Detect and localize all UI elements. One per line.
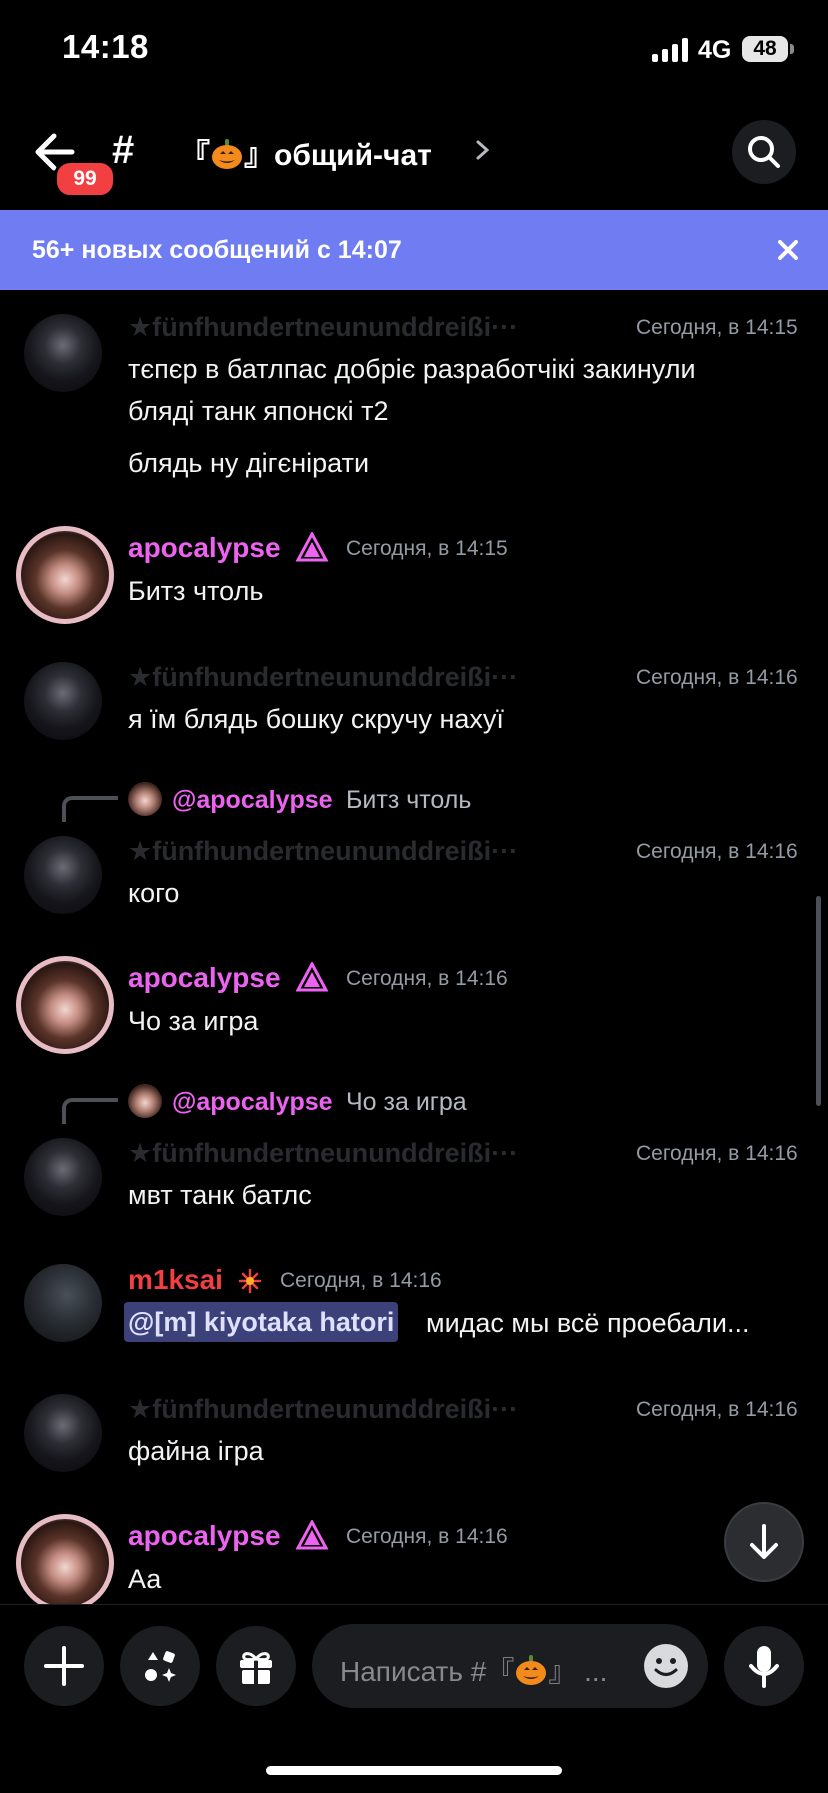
message-text: кого <box>128 878 180 908</box>
message-author[interactable]: apocalypse <box>128 962 281 994</box>
role-icon <box>296 1520 328 1550</box>
placeholder-left: Написать #『 <box>340 1656 515 1687</box>
reply-preview[interactable]: Чо за игра <box>346 1088 467 1117</box>
gift-icon <box>240 1652 272 1684</box>
message-timestamp: Сегодня, в 14:15 <box>636 316 798 339</box>
reply-connector <box>62 1098 118 1124</box>
avatar[interactable] <box>24 314 102 392</box>
gift-button[interactable] <box>216 1626 296 1706</box>
role-icon <box>296 962 328 992</box>
voice-message-button[interactable] <box>724 1626 804 1706</box>
arrow-down-icon <box>750 1524 778 1559</box>
pumpkin-icon <box>212 139 242 169</box>
message-timestamp: Сегодня, в 14:16 <box>636 666 798 689</box>
message-text: тєпєр в батлпас добріє разработчікі заки… <box>128 354 696 384</box>
microphone-icon <box>749 1646 779 1688</box>
role-icon <box>296 532 328 562</box>
apps-icon <box>145 1651 176 1682</box>
message-timestamp: Сегодня, в 14:16 <box>636 1142 798 1165</box>
message-text: блядь ну дігєнірати <box>128 448 370 478</box>
placeholder-right: 』 ... <box>548 1656 608 1687</box>
avatar[interactable] <box>24 1264 102 1342</box>
message-text: Битз чтоль <box>128 576 264 606</box>
message-input-placeholder: Написать #『 』 ... <box>340 1650 607 1690</box>
message-author[interactable]: ★fünfhundertneununddreißi··· <box>128 836 518 867</box>
message-timestamp: Сегодня, в 14:16 <box>636 1398 798 1421</box>
close-banner-button[interactable] <box>774 236 802 264</box>
pumpkin-icon <box>516 1655 547 1685</box>
reply-mention[interactable]: @apocalypse <box>172 1088 333 1117</box>
message-author[interactable]: ★fünfhundertneununddreißi··· <box>128 1138 518 1169</box>
reply-connector <box>62 796 118 822</box>
emoji-button[interactable] <box>644 1644 688 1688</box>
message-text: файна ігра <box>128 1436 264 1466</box>
avatar[interactable] <box>16 526 114 624</box>
message-timestamp: Сегодня, в 14:15 <box>346 537 508 560</box>
search-button[interactable] <box>732 120 796 184</box>
avatar[interactable] <box>24 836 102 914</box>
message-text: мвт танк батлс <box>128 1180 312 1210</box>
apps-button[interactable] <box>120 1626 200 1706</box>
channel-title-left: 『 <box>180 139 210 172</box>
add-attachment-button[interactable] <box>24 1626 104 1706</box>
message-author[interactable]: m1ksai <box>128 1264 223 1296</box>
message-timestamp: Сегодня, в 14:16 <box>346 967 508 990</box>
message-text: бляді танк японскі т2 <box>128 396 389 426</box>
message-text: я їм блядь бошку скручу нахуї <box>128 704 504 734</box>
user-mention[interactable]: @[m] kiyotaka hatori <box>124 1302 399 1342</box>
message-timestamp: Сегодня, в 14:16 <box>346 1525 508 1548</box>
message-text: мидас мы всё проебали... <box>426 1308 750 1338</box>
smiley-icon <box>654 1658 678 1676</box>
scrollbar[interactable] <box>816 896 821 1106</box>
avatar[interactable] <box>24 662 102 740</box>
message-author[interactable]: apocalypse <box>128 532 281 564</box>
new-messages-text: 56+ новых сообщений с 14:07 <box>32 236 402 264</box>
message-author[interactable]: ★fünfhundertneununddreißi··· <box>128 1394 518 1425</box>
reply-avatar <box>128 1084 162 1118</box>
message-timestamp: Сегодня, в 14:16 <box>636 840 798 863</box>
message-text: Аа <box>128 1564 162 1594</box>
network-type: 4G <box>698 36 732 64</box>
chevron-right-icon <box>472 138 494 162</box>
message-author[interactable]: ★fünfhundertneununddreißi··· <box>128 662 518 693</box>
home-indicator <box>266 1766 562 1775</box>
battery-tip <box>790 44 794 54</box>
avatar[interactable] <box>16 1514 114 1612</box>
plus-icon <box>44 1646 84 1686</box>
avatar[interactable] <box>16 956 114 1054</box>
message-author[interactable]: apocalypse <box>128 1520 281 1552</box>
message-text: Чо за игра <box>128 1006 259 1036</box>
reply-preview[interactable]: Битз чтоль <box>346 786 471 815</box>
sparkler-icon <box>238 1268 262 1294</box>
channel-hash-icon: # <box>112 128 135 172</box>
avatar[interactable] <box>24 1394 102 1472</box>
jump-to-present-button[interactable] <box>724 1502 804 1582</box>
unread-badge: 99 <box>54 160 116 198</box>
battery-icon: 48 <box>742 36 788 62</box>
channel-title[interactable]: 『 』общий-чат <box>180 130 432 174</box>
close-icon <box>778 240 798 260</box>
channel-title-right: 』общий-чат <box>244 139 432 172</box>
reply-avatar <box>128 782 162 816</box>
message-timestamp: Сегодня, в 14:16 <box>280 1269 442 1292</box>
search-icon <box>748 136 780 168</box>
signal-icon <box>652 38 688 62</box>
reply-mention[interactable]: @apocalypse <box>172 786 333 815</box>
status-time: 14:18 <box>62 28 149 65</box>
message-author[interactable]: ★fünfhundertneununddreißi··· <box>128 312 518 343</box>
avatar[interactable] <box>24 1138 102 1216</box>
